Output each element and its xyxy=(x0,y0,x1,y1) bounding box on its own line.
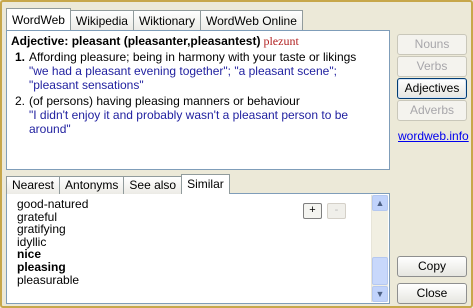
collapse-minus-button[interactable]: - xyxy=(327,203,346,219)
example-text: "I didn't enjoy it and probably wasn't a… xyxy=(29,108,349,136)
adverbs-button[interactable]: Adverbs xyxy=(397,100,467,121)
example-text: "we had a pleasant evening together"; "a… xyxy=(29,64,337,92)
part-of-speech: Adjective: xyxy=(11,34,69,48)
tab-wiktionary[interactable]: Wiktionary xyxy=(132,10,201,30)
gloss-text: (of persons) having pleasing manners or … xyxy=(29,94,300,108)
list-item[interactable]: pleasing xyxy=(17,261,88,274)
sense-1: 1. Affording pleasure; being in harmony … xyxy=(15,50,385,92)
definition-heading: Adjective: pleasant (pleasanter,pleasant… xyxy=(11,34,385,48)
word-list: good-natured grateful gratifying idyllic… xyxy=(17,198,88,286)
list-item[interactable]: gratifying xyxy=(17,223,88,236)
similar-words-list[interactable]: good-natured grateful gratifying idyllic… xyxy=(6,193,390,304)
tab-similar[interactable]: Similar xyxy=(181,174,230,194)
sense-2: 2. (of persons) having pleasing manners … xyxy=(15,94,385,136)
expand-plus-button[interactable]: + xyxy=(303,203,322,219)
tab-see-also[interactable]: See also xyxy=(123,176,183,194)
close-button[interactable]: Close xyxy=(397,283,467,304)
sense-gloss: (of persons) having pleasing manners or … xyxy=(29,94,385,136)
tab-nearest[interactable]: Nearest xyxy=(6,176,61,194)
wordweb-info-link[interactable]: wordweb.info xyxy=(398,129,469,143)
nouns-button[interactable]: Nouns xyxy=(397,34,467,55)
tab-wordweb-online[interactable]: WordWeb Online xyxy=(199,10,303,30)
verbs-button[interactable]: Verbs xyxy=(397,56,467,77)
scrollbar-thumb[interactable] xyxy=(372,257,388,285)
list-scrollbar[interactable]: ▲ ▼ xyxy=(371,195,388,302)
scroll-up-arrow-icon[interactable]: ▲ xyxy=(372,195,388,211)
relation-tabs: Nearest Antonyms See also Similar xyxy=(6,174,230,194)
list-item[interactable]: pleasurable xyxy=(17,273,88,287)
gloss-text: Affording pleasure; being in harmony wit… xyxy=(29,50,357,64)
source-tabs: WordWeb Wikipedia Wiktionary WordWeb Onl… xyxy=(6,8,303,30)
copy-button[interactable]: Copy xyxy=(397,256,467,277)
tab-wordweb[interactable]: WordWeb xyxy=(6,8,71,30)
adjectives-button[interactable]: Adjectives xyxy=(397,78,467,99)
list-item[interactable]: good-natured xyxy=(17,198,88,211)
tab-antonyms[interactable]: Antonyms xyxy=(59,176,125,194)
sense-gloss: Affording pleasure; being in harmony wit… xyxy=(29,50,385,92)
definition-panel[interactable]: Adjective: pleasant (pleasanter,pleasant… xyxy=(6,30,390,170)
sense-number: 1. xyxy=(15,50,26,64)
sense-number: 2. xyxy=(15,94,26,108)
pronunciation: plezunt xyxy=(263,34,299,48)
scroll-down-arrow-icon[interactable]: ▼ xyxy=(372,286,388,302)
headword: pleasant (pleasanter,pleasantest) xyxy=(71,34,261,48)
tab-wikipedia[interactable]: Wikipedia xyxy=(69,10,134,30)
